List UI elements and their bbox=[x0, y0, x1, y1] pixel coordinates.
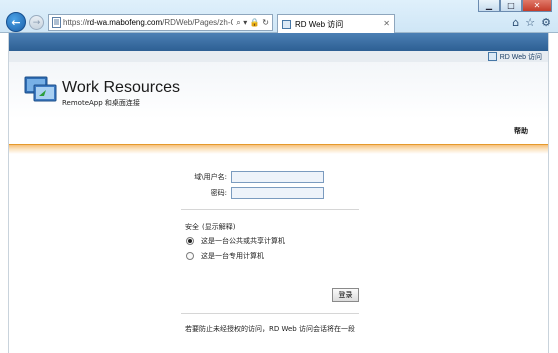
password-label: 密码: bbox=[210, 189, 227, 197]
signin-row: 登录 bbox=[332, 288, 359, 302]
footer-note-row: 若要防止未经授权的访问，RD Web 访问会话将在一段 bbox=[185, 324, 355, 334]
tab-title: RD Web 访问 bbox=[295, 19, 344, 29]
home-icon[interactable]: ⌂ bbox=[512, 16, 519, 29]
show-explanation-link[interactable]: (显示解释) bbox=[202, 222, 235, 232]
favorites-star-icon[interactable]: ☆ bbox=[525, 16, 535, 29]
domain-user-label: 域\用户名: bbox=[194, 173, 227, 181]
browser-chrome: ▁ □ ✕ ← → https://rd-wa.mabofeng.com/RDW… bbox=[0, 0, 558, 33]
security-row: 安全 (显示解释) bbox=[185, 222, 235, 232]
session-timeout-note: 若要防止未经授权的访问，RD Web 访问会话将在一段 bbox=[185, 325, 355, 333]
forward-arrow-icon: → bbox=[32, 17, 41, 28]
page-title: Work Resources bbox=[62, 79, 180, 96]
tab-close-icon[interactable]: ✕ bbox=[383, 19, 390, 28]
page-content: RD Web 访问 Work Resources RemoteApp 和桌面连接… bbox=[8, 33, 549, 353]
address-scheme: https:// bbox=[63, 18, 88, 27]
address-text: https://rd-wa.mabofeng.com/RDWeb/Pages/z… bbox=[63, 18, 233, 27]
rd-web-favicon-icon bbox=[282, 19, 291, 29]
form-divider bbox=[181, 209, 359, 210]
page-icon bbox=[49, 15, 63, 30]
radio-selected-dot bbox=[188, 239, 192, 243]
address-bar[interactable]: https://rd-wa.mabofeng.com/RDWeb/Pages/z… bbox=[48, 14, 273, 31]
public-computer-option[interactable]: 这是一台公共或共享计算机 bbox=[186, 236, 285, 246]
remoteapp-logo-icon bbox=[24, 76, 57, 102]
private-computer-option[interactable]: 这是一台专用计算机 bbox=[186, 251, 264, 261]
domain-user-input[interactable] bbox=[231, 171, 324, 183]
browser-toolbar: ⌂ ☆ ⚙ bbox=[512, 16, 551, 29]
address-tools[interactable]: ⌕ ▾ 🔒 ↻ bbox=[233, 18, 272, 28]
footer-divider bbox=[181, 313, 359, 314]
banner-label: RD Web 访问 bbox=[499, 53, 542, 61]
header-divider bbox=[9, 144, 548, 154]
public-computer-radio[interactable] bbox=[186, 237, 194, 245]
top-band bbox=[9, 33, 548, 51]
rd-web-banner: RD Web 访问 bbox=[9, 51, 548, 62]
window-controls: ▁ □ ✕ bbox=[478, 0, 552, 12]
browser-tab[interactable]: RD Web 访问 ✕ bbox=[277, 14, 395, 33]
domain-user-row: 域\用户名: bbox=[167, 171, 324, 183]
help-link[interactable]: 帮助 bbox=[514, 126, 528, 136]
private-computer-label: 这是一台专用计算机 bbox=[201, 252, 264, 260]
minimize-button[interactable]: ▁ bbox=[478, 0, 500, 12]
forward-button[interactable]: → bbox=[29, 15, 44, 30]
private-computer-radio[interactable] bbox=[186, 252, 194, 260]
back-arrow-icon: ← bbox=[11, 15, 21, 29]
maximize-button[interactable]: □ bbox=[500, 0, 522, 12]
page-header: Work Resources RemoteApp 和桌面连接 帮助 bbox=[9, 62, 548, 144]
close-window-button[interactable]: ✕ bbox=[522, 0, 552, 12]
password-row: 密码: bbox=[167, 187, 324, 199]
address-path: /RDWeb/Pages/zh-CN bbox=[162, 18, 233, 27]
rd-web-banner-icon bbox=[487, 52, 497, 61]
settings-gear-icon[interactable]: ⚙ bbox=[541, 16, 551, 29]
page-subtitle: RemoteApp 和桌面连接 bbox=[62, 99, 140, 107]
security-label: 安全 bbox=[185, 223, 199, 231]
address-host: rd-wa.mabofeng.com bbox=[87, 18, 163, 27]
password-input[interactable] bbox=[231, 187, 324, 199]
public-computer-label: 这是一台公共或共享计算机 bbox=[201, 237, 285, 245]
signin-button[interactable]: 登录 bbox=[332, 288, 359, 302]
back-button[interactable]: ← bbox=[6, 12, 26, 32]
